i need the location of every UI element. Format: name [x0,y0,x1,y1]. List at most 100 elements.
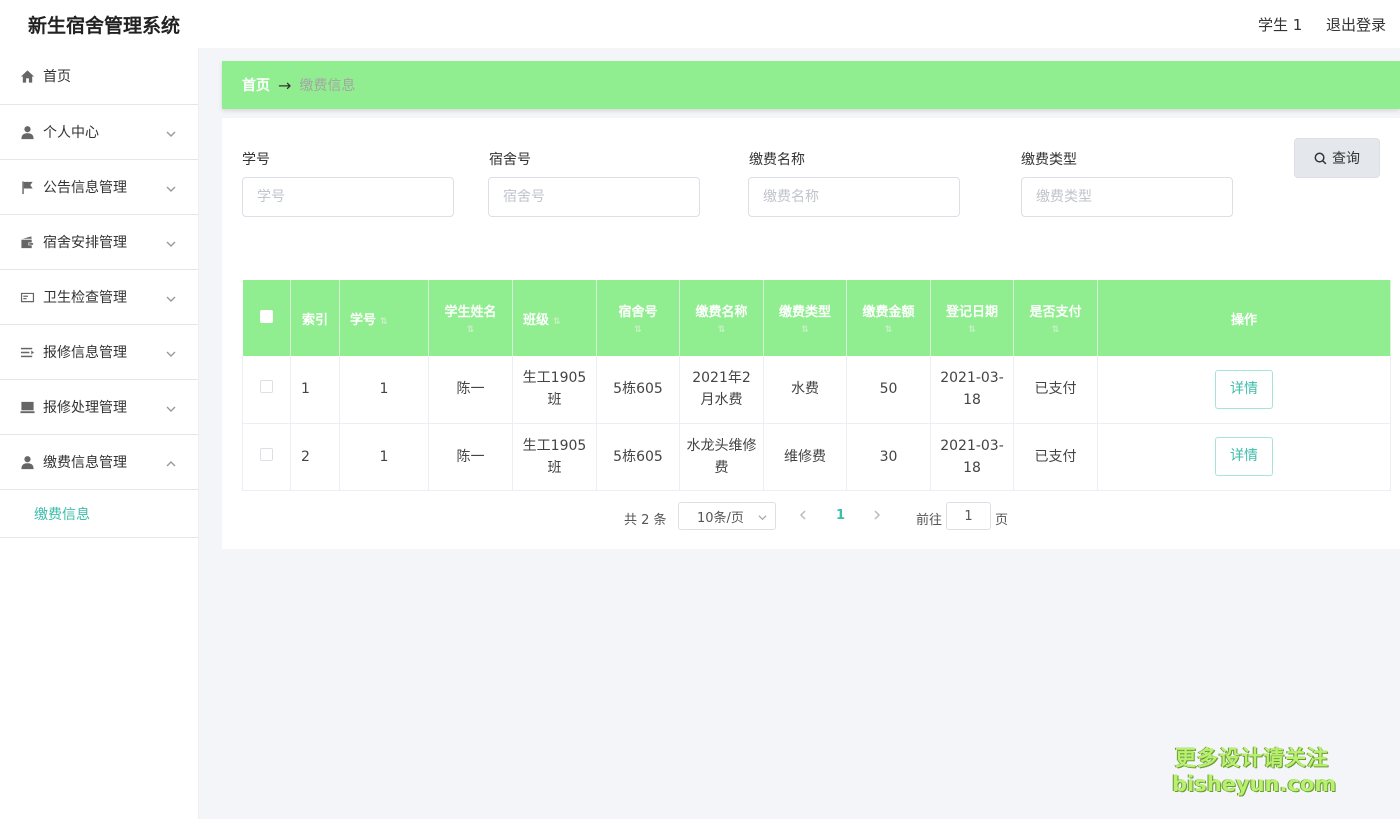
col-fee-name[interactable]: 缴费名称 ⇅ [679,280,764,356]
cell-student-name: 陈一 [428,356,513,424]
sort-icon[interactable]: ⇅ [935,324,1009,336]
page-size-value: 10条/页 [697,510,744,526]
goto-page-input[interactable] [946,502,991,530]
sidebar-item-dorm-arrangement[interactable]: 宿舍安排管理 [0,215,198,270]
breadcrumb-home[interactable]: 首页 [242,75,270,95]
watermark-line2: bisheyun.com [1172,772,1337,796]
cell-room: 5栋605 [596,423,680,491]
breadcrumb-current: 缴费信息 [299,78,356,94]
fee-name-input[interactable] [748,177,960,217]
table-row: 1 1 陈一 生工1905班 5栋605 2021年2月水费 水费 50 202… [242,356,1391,424]
cell-action: 详情 [1097,423,1391,491]
cell-fee-name: 水龙头维修费 [679,423,764,491]
sort-icon[interactable]: ⇅ [601,324,675,336]
chevron-left-icon [799,510,806,520]
main-panel: 学号 宿舍号 缴费名称 缴费类型 查询 索引 学号⇅ 学生姓名⇅ 班级⇅ 宿舍号… [222,118,1400,549]
cell-amount: 50 [846,356,931,424]
search-button-label: 查询 [1332,151,1360,167]
sidebar-item-personal-center[interactable]: 个人中心 [0,105,198,160]
detail-button[interactable]: 详情 [1215,369,1273,409]
pagination: 共 2 条 10条/页 1 前往 页 [222,502,1400,532]
chevron-down-icon [166,237,176,247]
cell-class: 生工1905班 [512,423,597,491]
breadcrumb-separator: → [278,75,292,95]
table-row: 2 1 陈一 生工1905班 5栋605 水龙头维修费 维修费 30 2021-… [242,423,1391,491]
cell-student-id: 1 [339,423,429,491]
cell-amount: 30 [846,423,931,491]
cell-date: 2021-03-18 [930,423,1014,491]
cell-class: 生工1905班 [512,356,597,424]
chevron-down-icon [758,515,767,521]
row-select-cell[interactable] [242,356,291,424]
col-fee-type[interactable]: 缴费类型 ⇅ [763,280,847,356]
search-button[interactable]: 查询 [1294,138,1380,178]
col-paid[interactable]: 是否支付 ⇅ [1013,280,1098,356]
cell-fee-name: 2021年2月水费 [679,356,764,424]
sidebar: 首页 个人中心 公告信息管理 宿舍安排管理 卫生检查管理 报修信息管理 报修处理… [0,48,199,819]
sort-icon[interactable]: ⇅ [433,324,508,336]
cell-paid: 已支付 [1013,423,1098,491]
fee-type-input[interactable] [1021,177,1233,217]
id-card-icon [20,290,35,305]
col-student-id[interactable]: 学号 ⇅ [339,280,429,356]
list-icon [20,345,35,360]
page-size-select[interactable]: 10条/页 [678,502,776,530]
cell-student-name: 陈一 [428,423,513,491]
select-all-cell[interactable] [242,280,291,356]
sidebar-item-home[interactable]: 首页 [0,48,198,105]
sidebar-item-payment-management[interactable]: 缴费信息管理 [0,435,198,490]
select-all-checkbox[interactable] [259,309,273,323]
page-number-current[interactable]: 1 [836,508,845,523]
monitor-icon [20,400,35,415]
cell-room: 5栋605 [596,356,680,424]
cell-student-id: 1 [339,356,429,424]
chevron-down-icon [166,292,176,302]
pagination-total: 共 2 条 [624,513,667,528]
breadcrumb: 首页 → 缴费信息 [222,61,1400,109]
room-number-input[interactable] [488,177,700,217]
logout-link[interactable]: 退出登录 [1326,14,1386,35]
sidebar-subitem-label: 缴费信息 [34,506,90,523]
watermark: 更多设计请关注 bisheyun.com [1172,742,1337,796]
col-amount[interactable]: 缴费金额 ⇅ [846,280,931,356]
row-checkbox[interactable] [260,447,273,461]
cell-date: 2021-03-18 [930,356,1014,424]
col-room[interactable]: 宿舍号 ⇅ [596,280,680,356]
chevron-down-icon [166,127,176,137]
watermark-line1: 更多设计请关注 [1175,746,1329,770]
detail-button[interactable]: 详情 [1215,437,1273,476]
cell-fee-type: 维修费 [763,423,847,491]
col-date[interactable]: 登记日期 ⇅ [930,280,1014,356]
sidebar-item-label: 缴费信息管理 [43,455,127,471]
current-user[interactable]: 学生 1 [1258,14,1302,35]
sort-icon[interactable]: ⇅ [553,317,561,327]
sidebar-subitem-payment-info[interactable]: 缴费信息 [0,490,198,538]
chevron-up-icon [166,457,176,467]
payment-table: 索引 学号 ⇅ 学生姓名 ⇅ 班级 ⇅ 宿舍号 ⇅ 缴费名称 ⇅ 缴费类型 ⇅ 缴费金额 ⇅ … [242,280,1391,491]
cell-fee-type: 水费 [763,356,847,424]
sidebar-item-label: 报修信息管理 [43,345,127,361]
row-select-cell[interactable] [242,423,291,491]
cell-paid: 已支付 [1013,356,1098,424]
sidebar-item-hygiene-check[interactable]: 卫生检查管理 [0,270,198,325]
row-checkbox[interactable] [260,380,273,394]
col-class[interactable]: 班级 ⇅ [512,280,597,356]
sidebar-item-repair-info[interactable]: 报修信息管理 [0,325,198,380]
chevron-right-icon [874,510,881,520]
sort-icon[interactable]: ⇅ [684,324,759,336]
sort-icon[interactable]: ⇅ [851,324,926,336]
student-id-input[interactable] [242,177,454,217]
sidebar-item-label: 宿舍安排管理 [43,235,127,251]
table-header-row: 索引 学号 ⇅ 学生姓名 ⇅ 班级 ⇅ 宿舍号 ⇅ 缴费名称 ⇅ 缴费类型 ⇅ 缴费金额 ⇅ … [242,280,1391,356]
sidebar-item-label: 卫生检查管理 [43,290,127,306]
sort-icon[interactable]: ⇅ [1018,324,1093,336]
sort-icon[interactable]: ⇅ [380,317,388,327]
next-page-button[interactable] [872,508,886,524]
sidebar-item-label: 公告信息管理 [43,180,127,196]
col-student-name[interactable]: 学生姓名 ⇅ [428,280,513,356]
user-icon [20,455,35,470]
sidebar-item-repair-handling[interactable]: 报修处理管理 [0,380,198,435]
sidebar-item-notice-management[interactable]: 公告信息管理 [0,160,198,215]
prev-page-button[interactable] [798,508,812,524]
sort-icon[interactable]: ⇅ [768,324,842,336]
